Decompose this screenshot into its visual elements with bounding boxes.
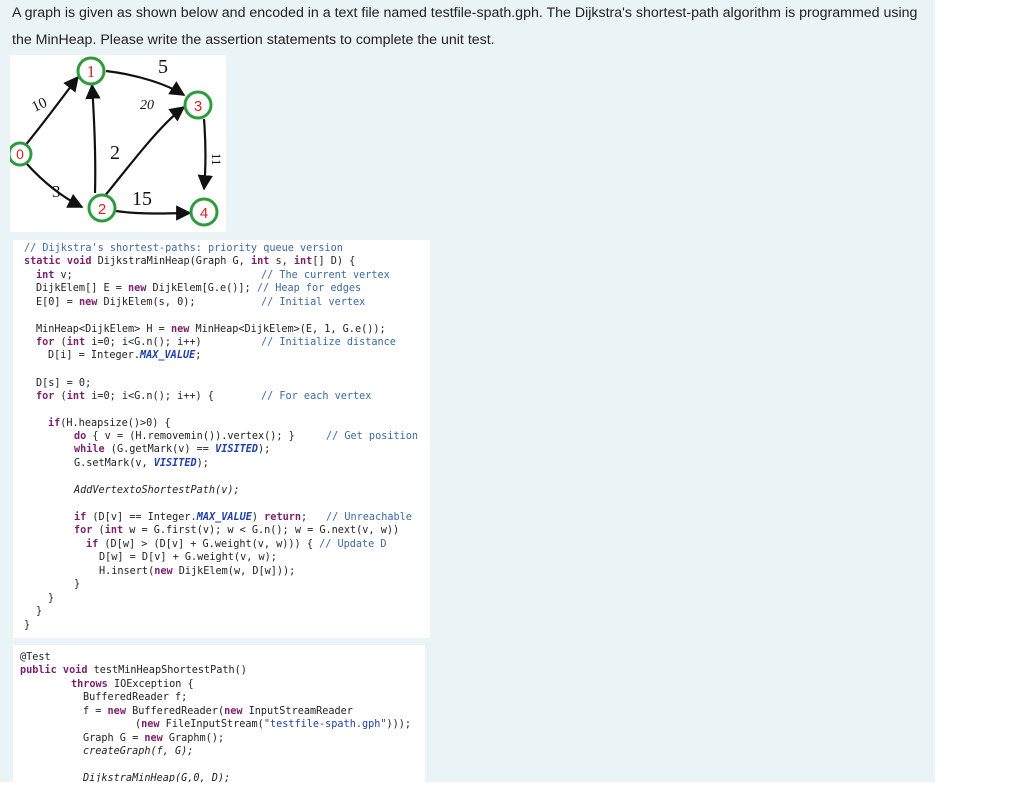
code-line: static void DijkstraMinHeap(Graph G, int… xyxy=(24,256,356,267)
edge-0-1 xyxy=(23,75,79,148)
code-line: DijkElem[] E = new DijkElem[G.e()]; // H… xyxy=(36,283,362,294)
code-line: AddVertextoShortestPath(v); xyxy=(74,485,240,496)
edge-label-2-3: 20 xyxy=(140,98,154,113)
svg-text:1: 1 xyxy=(87,62,96,81)
svg-text:2: 2 xyxy=(98,201,106,218)
edge-label-2-4: 15 xyxy=(132,188,152,210)
code-line: DijkstraMinHeap(G,0, D); xyxy=(83,773,231,782)
question-line-2: the MinHeap. Please write the assertion … xyxy=(12,32,495,48)
code-comment: // Get position xyxy=(326,431,419,442)
code-line: int v; xyxy=(36,270,73,281)
code-line: for (int i=0; i<G.n(); i++) { xyxy=(36,391,214,402)
edge-1-3 xyxy=(105,69,186,96)
dijkstra-code-block: // Dijkstra's shortest-paths: priority q… xyxy=(13,240,430,638)
edge-label-0-2: 3 xyxy=(52,182,61,201)
code-line: G.setMark(v, VISITED); xyxy=(74,458,209,469)
code-line: MinHeap<DijkElem> H = new MinHeap<DijkEl… xyxy=(36,324,386,335)
code-line: while (G.getMark(v) == VISITED); xyxy=(74,444,271,455)
code-line: } xyxy=(74,579,81,590)
code-line: @Test xyxy=(20,652,51,663)
graph-figure: 10 5 20 2 3 15 11 0 1 3 2 4 xyxy=(10,55,226,232)
code-line: for (int i=0; i<G.n(); i++) xyxy=(36,337,202,348)
code-line: if (D[w] > (D[v] + G.weight(v, w))) { //… xyxy=(86,539,387,550)
code-line: H.insert(new DijkElem(w, D[w])); xyxy=(99,566,296,577)
edge-3-4 xyxy=(197,118,213,191)
code-line: throws IOException { xyxy=(71,679,194,690)
code-line: do { v = (H.removemin()).vertex(); } xyxy=(74,431,295,442)
node-0: 0 xyxy=(10,141,33,167)
edge-2-1 xyxy=(85,83,101,194)
node-3: 3 xyxy=(183,90,213,120)
code-line: E[0] = new DijkElem(s, 0); xyxy=(36,297,196,308)
code-line: } xyxy=(48,593,55,604)
code-comment: // The current vertex xyxy=(261,270,390,281)
code-comment: // Initialize distance xyxy=(261,337,396,348)
code-line: (new FileInputStream("testfile-spath.gph… xyxy=(135,719,418,730)
code-comment: // Unreachable xyxy=(326,512,412,523)
question-line-1: A graph is given as shown below and enco… xyxy=(12,5,918,21)
unit-test-code-block: @Test public void testMinHeapShortestPat… xyxy=(13,645,425,782)
node-2: 2 xyxy=(87,193,117,223)
code-line: public void testMinHeapShortestPath() xyxy=(20,665,247,676)
code-line: D[s] = 0; xyxy=(36,378,92,389)
node-4: 4 xyxy=(189,197,219,227)
code-comment: // Initial vertex xyxy=(261,297,366,308)
code-line: for (int w = G.first(v); w < G.n(); w = … xyxy=(74,525,400,536)
code-line: D[i] = Integer.MAX_VALUE; xyxy=(48,350,202,361)
node-1: 1 xyxy=(76,56,106,86)
code-line: D[w] = D[v] + G.weight(v, w); xyxy=(99,552,277,563)
code-comment: // For each vertex xyxy=(261,391,372,402)
edge-2-4 xyxy=(115,205,192,221)
edge-label-2-1: 2 xyxy=(110,142,120,164)
code-line: // Dijkstra's shortest-paths: priority q… xyxy=(24,243,343,254)
edge-label-0-1: 10 xyxy=(29,95,49,116)
edge-label-1-3: 5 xyxy=(158,56,168,78)
code-line: f = new BufferedReader(new InputStreamRe… xyxy=(83,706,353,717)
code-line: if (D[v] == Integer.MAX_VALUE) return; xyxy=(74,512,308,523)
question-panel: A graph is given as shown below and enco… xyxy=(0,0,935,782)
code-line: BufferedReader f; xyxy=(83,692,188,703)
question-text: A graph is given as shown below and enco… xyxy=(12,0,927,54)
code-line: createGraph(f, G); xyxy=(83,746,194,757)
svg-text:3: 3 xyxy=(194,98,202,115)
svg-text:0: 0 xyxy=(16,146,24,162)
edge-label-3-4: 11 xyxy=(209,153,224,166)
code-line: Graph G = new Graphm(); xyxy=(83,733,225,744)
svg-text:4: 4 xyxy=(200,205,208,222)
code-line: if(H.heapsize()>0) { xyxy=(48,418,171,429)
code-line: } xyxy=(24,620,31,631)
code-line: } xyxy=(36,606,43,617)
graph-svg: 10 5 20 2 3 15 11 0 1 3 2 4 xyxy=(10,56,224,227)
